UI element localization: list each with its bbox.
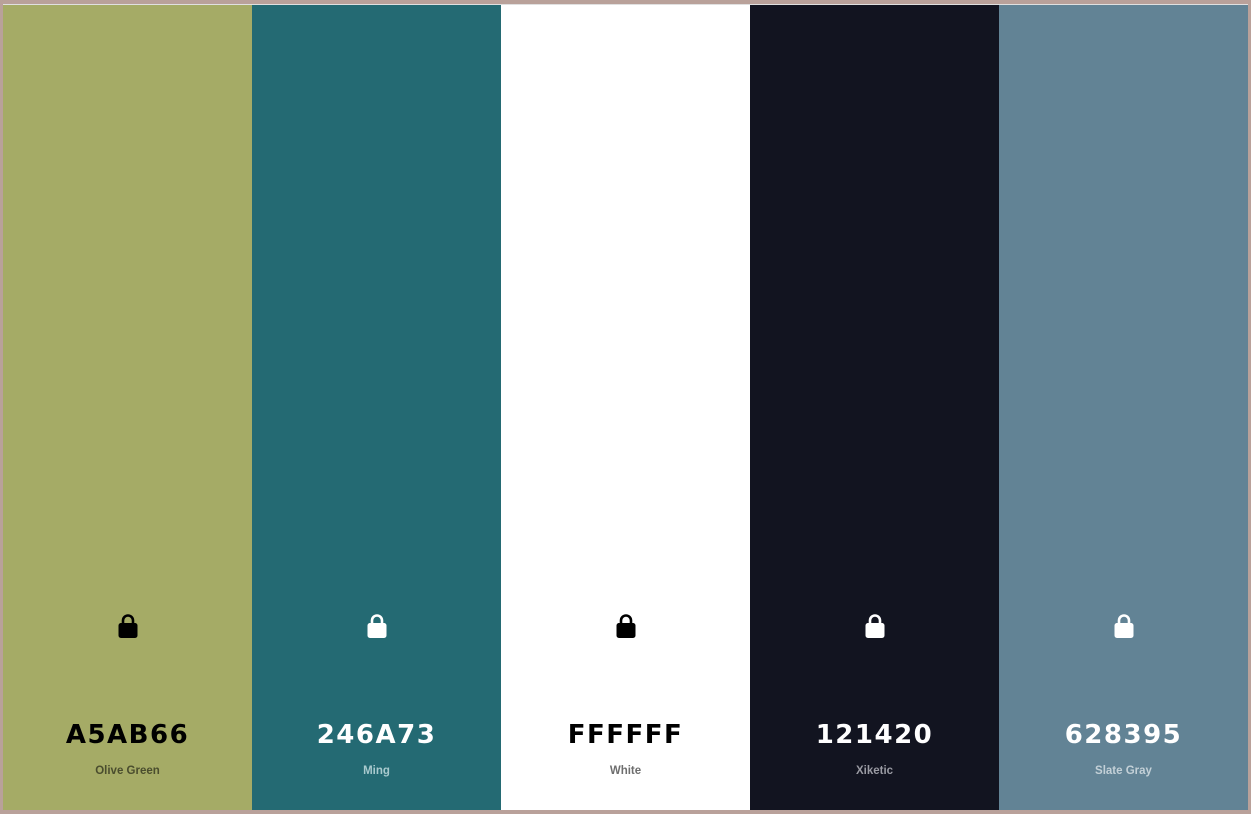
color-swatch-white[interactable]: FFFFFF White xyxy=(501,5,750,810)
color-hex-code[interactable]: A5AB66 xyxy=(3,720,252,750)
color-name: Ming xyxy=(363,765,390,777)
color-name: Slate Gray xyxy=(1095,765,1152,777)
lock-icon[interactable] xyxy=(366,613,388,639)
color-hex-code[interactable]: FFFFFF xyxy=(501,720,750,750)
lock-icon[interactable] xyxy=(864,613,886,639)
color-swatch-xiketic[interactable]: 121420 Xiketic xyxy=(750,5,999,810)
color-swatch-slate-gray[interactable]: 628395 Slate Gray xyxy=(999,5,1248,810)
color-hex-code[interactable]: 121420 xyxy=(750,720,999,750)
color-name: White xyxy=(609,765,642,777)
lock-icon[interactable] xyxy=(117,613,139,639)
lock-icon[interactable] xyxy=(1113,613,1135,639)
color-hex-code[interactable]: 246A73 xyxy=(252,720,501,750)
color-swatch-ming[interactable]: 246A73 Ming xyxy=(252,5,501,810)
color-swatch-olive-green[interactable]: A5AB66 Olive Green xyxy=(3,5,252,810)
color-name: Olive Green xyxy=(95,765,160,777)
color-name: Xiketic xyxy=(855,765,894,777)
lock-icon[interactable] xyxy=(615,613,637,639)
palette-container: A5AB66 Olive Green 246A73 Ming FFFFFF Wh… xyxy=(3,4,1248,810)
color-hex-code[interactable]: 628395 xyxy=(999,720,1248,750)
